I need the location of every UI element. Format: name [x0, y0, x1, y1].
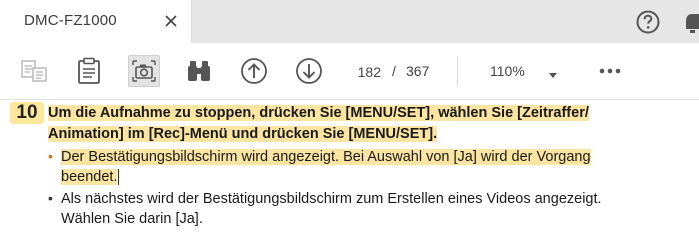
snapshot-button[interactable]	[128, 55, 160, 87]
bullet-2-line-2: Wählen Sie darin [Ja].	[61, 211, 203, 227]
camera-icon	[132, 60, 156, 82]
close-icon[interactable]	[160, 10, 182, 32]
more-options-button[interactable]	[594, 57, 626, 85]
clipboard-button[interactable]	[73, 55, 105, 87]
zoom-value: 110%	[490, 63, 525, 79]
next-page-button[interactable]	[293, 55, 325, 87]
bell-icon[interactable]	[684, 9, 699, 35]
text-select-button[interactable]	[18, 55, 50, 87]
text-select-icon	[21, 60, 47, 82]
document-tab[interactable]: DMC-FZ1000	[0, 0, 192, 43]
page-number-input[interactable]	[343, 59, 385, 85]
page-total: 367	[406, 63, 430, 79]
bullet-2-line-1: Als nächstes wird der Bestätigungsbildsc…	[61, 191, 602, 207]
bullet-marker: •	[48, 190, 53, 206]
more-dots-icon	[599, 68, 621, 74]
step-number: 10	[10, 102, 44, 124]
page-separator: /	[392, 63, 396, 79]
bullet-marker: •	[48, 148, 53, 164]
previous-page-button[interactable]	[238, 55, 270, 87]
tab-title: DMC-FZ1000	[24, 12, 117, 29]
heading-line-1: Um die Aufnahme zu stoppen, drücken Sie …	[48, 105, 589, 121]
document-page: 10 Um die Aufnahme zu stoppen, drücken S…	[0, 100, 699, 231]
binoculars-icon	[188, 61, 210, 81]
bullet-1-line-2: beendet.	[61, 169, 120, 186]
text-cursor	[118, 169, 120, 186]
bullet-1-line-1: Der Bestätigungsbildschirm wird angezeig…	[61, 149, 591, 165]
find-button[interactable]	[183, 55, 215, 87]
toolbar: / 367 110%	[0, 43, 699, 100]
arrow-up-icon	[241, 58, 267, 84]
toolbar-divider	[457, 56, 458, 86]
tab-bar: DMC-FZ1000	[0, 0, 699, 43]
arrow-down-icon	[296, 58, 322, 84]
help-icon[interactable]	[635, 9, 661, 35]
clipboard-icon	[78, 57, 100, 84]
chevron-down-icon	[548, 67, 558, 78]
zoom-dropdown[interactable]: 110%	[468, 57, 568, 85]
heading-line-2: Animation] im [Rec]-Menü und drücken Sie…	[48, 126, 438, 142]
